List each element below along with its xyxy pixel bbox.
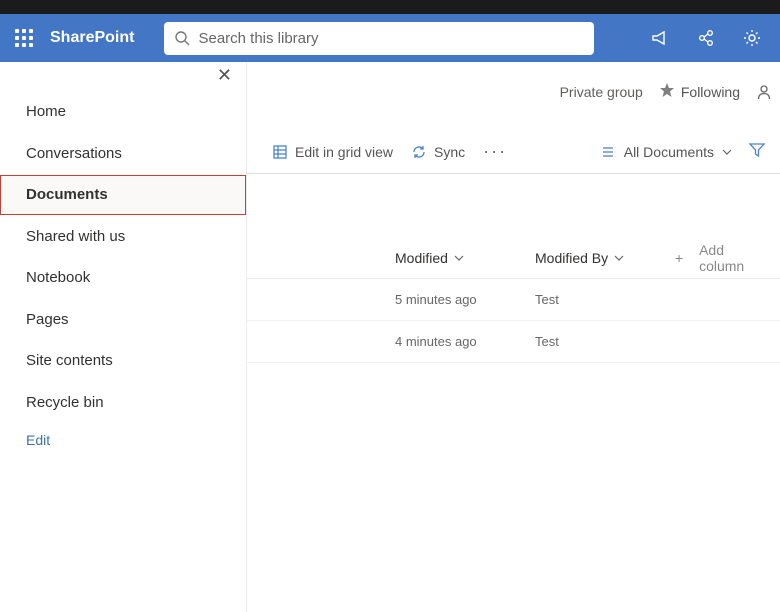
filter-icon xyxy=(748,141,766,159)
header-right xyxy=(644,22,772,54)
plus-icon: + xyxy=(675,250,683,266)
megaphone-icon[interactable] xyxy=(644,22,676,54)
sync-icon xyxy=(411,144,427,160)
nav-item-home[interactable]: Home xyxy=(0,92,246,132)
search-box[interactable] xyxy=(164,22,594,55)
star-icon xyxy=(659,82,675,101)
edit-grid-label: Edit in grid view xyxy=(295,144,393,160)
sync-label: Sync xyxy=(434,144,465,160)
brand-title: SharePoint xyxy=(50,29,134,47)
person-icon xyxy=(756,84,772,100)
view-selector[interactable]: All Documents xyxy=(600,144,732,160)
page-body: Private group Following Edit in grid vie… xyxy=(0,62,780,612)
col-modified[interactable]: Modified xyxy=(395,250,535,266)
app-launcher-icon[interactable] xyxy=(8,29,40,47)
nav-item-conversations[interactable]: Conversations xyxy=(0,134,246,174)
view-label: All Documents xyxy=(624,144,714,160)
nav-edit-link[interactable]: Edit xyxy=(0,428,246,452)
waffle-icon xyxy=(15,29,33,47)
chevron-down-icon xyxy=(454,253,464,263)
site-info-bar: Private group Following xyxy=(560,82,772,101)
members-shortcut[interactable] xyxy=(756,84,772,100)
close-nav-button[interactable]: ✕ xyxy=(213,62,236,88)
nav-item-recycle-bin[interactable]: Recycle bin xyxy=(0,383,246,423)
browser-chrome-bar xyxy=(0,0,780,14)
nav-item-site-contents[interactable]: Site contents xyxy=(0,341,246,381)
file-modified-by: Test xyxy=(535,334,675,349)
nav-item-pages[interactable]: Pages xyxy=(0,300,246,340)
nav-item-shared[interactable]: Shared with us xyxy=(0,217,246,257)
filter-button[interactable] xyxy=(748,141,766,162)
search-input[interactable] xyxy=(198,30,584,47)
chevron-down-icon xyxy=(722,147,732,157)
list-icon xyxy=(600,144,616,160)
group-privacy-label: Private group xyxy=(560,84,643,100)
col-modified-label: Modified xyxy=(395,250,448,266)
file-modified: 4 minutes ago xyxy=(395,334,535,349)
share-icon[interactable] xyxy=(690,22,722,54)
command-overflow[interactable]: ··· xyxy=(483,141,507,162)
settings-icon[interactable] xyxy=(736,22,768,54)
site-nav-panel: ✕ Home Conversations Documents Shared wi… xyxy=(0,62,247,612)
following-label: Following xyxy=(681,84,740,100)
add-column-label: Add column xyxy=(699,242,766,274)
nav-item-documents[interactable]: Documents xyxy=(0,175,246,215)
close-icon: ✕ xyxy=(217,65,232,85)
chevron-down-icon xyxy=(614,253,624,263)
edit-grid-button[interactable]: Edit in grid view xyxy=(272,144,393,160)
col-modified-by[interactable]: Modified By xyxy=(535,250,675,266)
search-icon xyxy=(174,30,190,46)
col-modified-by-label: Modified By xyxy=(535,250,608,266)
follow-toggle[interactable]: Following xyxy=(659,82,740,101)
file-modified: 5 minutes ago xyxy=(395,292,535,307)
grid-icon xyxy=(272,144,288,160)
file-modified-by: Test xyxy=(535,292,675,307)
search-wrapper xyxy=(164,22,594,55)
nav-list: Home Conversations Documents Shared with… xyxy=(0,92,246,422)
suite-header: SharePoint xyxy=(0,14,780,62)
sync-button[interactable]: Sync xyxy=(411,144,465,160)
nav-item-notebook[interactable]: Notebook xyxy=(0,258,246,298)
add-column-button[interactable]: + Add column xyxy=(675,242,766,274)
